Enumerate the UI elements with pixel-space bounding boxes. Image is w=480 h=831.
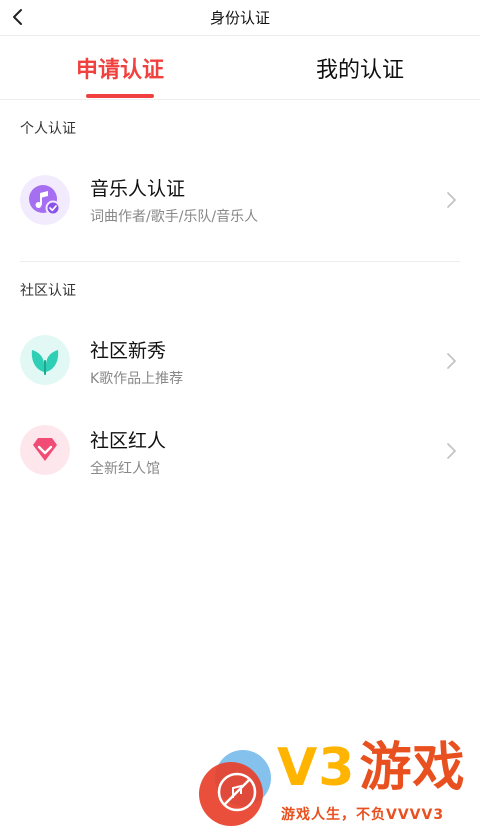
watermark-slogan: 游戏人生，不负VVVV3 xyxy=(281,807,445,823)
tab-bar: 申请认证 我的认证 xyxy=(0,36,480,100)
chevron-right-icon xyxy=(447,192,456,208)
tab-apply-certification[interactable]: 申请认证 xyxy=(0,36,240,100)
chevron-right-icon xyxy=(447,443,456,459)
watermark-brand-cn: 游戏 xyxy=(359,738,466,798)
section-label-community: 社区认证 xyxy=(20,283,76,299)
diamond-icon xyxy=(20,425,70,475)
list-item-community-rookie[interactable]: 社区新秀 K歌作品上推荐 xyxy=(0,320,480,400)
page: 身份认证 申请认证 我的认证 个人认证 音乐人认证 词曲作者/歌手/乐队/音乐人… xyxy=(0,0,480,831)
section-label-personal: 个人认证 xyxy=(20,121,76,137)
item-title: 社区红人 xyxy=(90,430,167,452)
item-subtitle: K歌作品上推荐 xyxy=(90,371,184,387)
top-bar: 身份认证 xyxy=(0,0,480,36)
watermark: V3游戏 游戏人生，不负VVVV3 xyxy=(195,738,475,828)
watermark-brand: V3游戏 xyxy=(277,738,465,798)
page-title: 身份认证 xyxy=(209,9,270,27)
active-tab-indicator xyxy=(86,94,154,98)
section-divider xyxy=(20,261,460,262)
item-title: 社区新秀 xyxy=(90,340,167,362)
tab-my-certification[interactable]: 我的认证 xyxy=(240,36,480,100)
chevron-left-icon[interactable] xyxy=(8,6,30,28)
watermark-brand-latin: V3 xyxy=(277,738,356,798)
item-title: 音乐人认证 xyxy=(90,178,186,200)
chevron-right-icon xyxy=(447,353,456,369)
list-item-community-star[interactable]: 社区红人 全新红人馆 xyxy=(0,410,480,490)
leaf-icon xyxy=(20,335,70,385)
list-item-musician-certification[interactable]: 音乐人认证 词曲作者/歌手/乐队/音乐人 xyxy=(0,160,480,240)
watermark-logo-icon xyxy=(199,750,271,826)
item-subtitle: 词曲作者/歌手/乐队/音乐人 xyxy=(90,209,259,225)
item-subtitle: 全新红人馆 xyxy=(90,461,160,477)
music-badge-icon xyxy=(20,175,70,225)
